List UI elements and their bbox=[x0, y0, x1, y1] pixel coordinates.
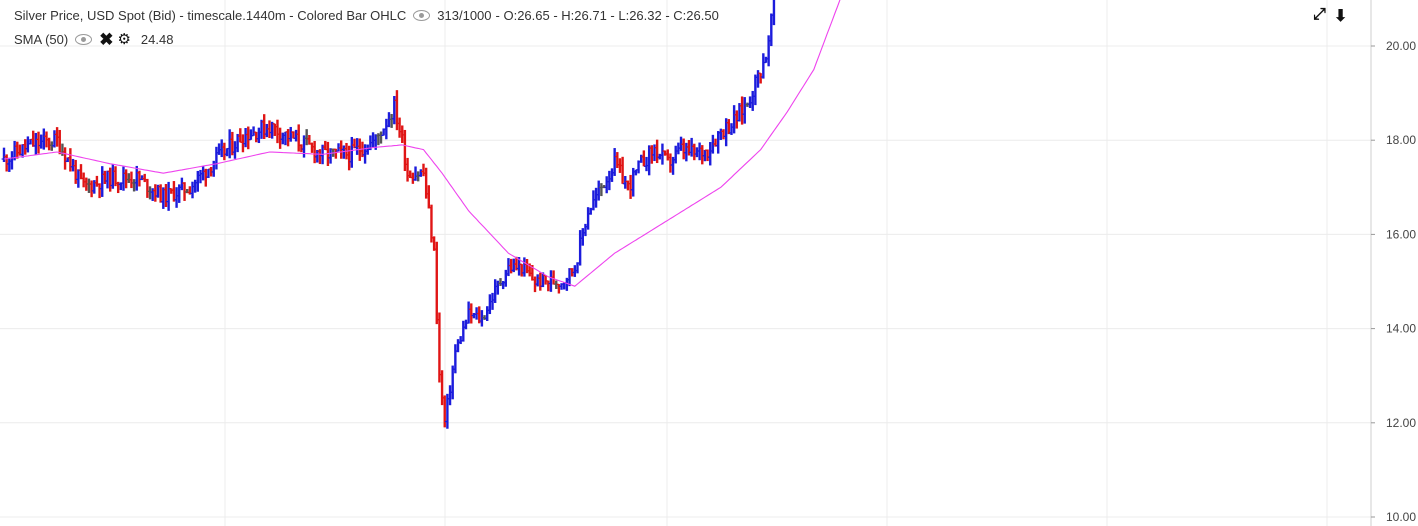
eye-icon[interactable] bbox=[413, 10, 431, 21]
expand-arrows-icon[interactable]: ⤢ bbox=[1313, 6, 1326, 26]
sma-line bbox=[3, 0, 841, 287]
gear-icon[interactable]: ⚙ bbox=[117, 32, 130, 47]
chart-title: Silver Price, USD Spot (Bid) - timescale… bbox=[14, 8, 407, 23]
eye-icon[interactable] bbox=[75, 34, 93, 45]
indicator-name: SMA (50) bbox=[14, 32, 69, 47]
close-icon[interactable]: ✖ bbox=[99, 31, 113, 48]
indicator-value: 24.48 bbox=[140, 32, 174, 47]
y-axis-background bbox=[1371, 0, 1418, 526]
chart-legend-indicator: SMA (50) ✖ ⚙ 24.48 bbox=[14, 31, 174, 48]
download-arrow-icon[interactable]: ⬇ bbox=[1334, 6, 1347, 26]
ohlc-bar bbox=[434, 241, 440, 325]
y-tick-label: 10.00 bbox=[1386, 510, 1416, 524]
y-tick-label: 14.00 bbox=[1386, 322, 1416, 336]
y-tick-label: 18.00 bbox=[1386, 133, 1416, 147]
ohlc-readout: - O:26.65 - H:26.71 - L:26.32 - C:26.50 bbox=[495, 8, 719, 23]
y-axis: 10.0012.0014.0016.0018.0020.0022.0024.00… bbox=[1370, 0, 1418, 526]
ohlc-bars bbox=[1, 0, 776, 429]
grid bbox=[0, 0, 1371, 526]
chart-legend-main: Silver Price, USD Spot (Bid) - timescale… bbox=[14, 8, 719, 23]
y-tick-label: 16.00 bbox=[1386, 227, 1416, 241]
price-chart[interactable]: 10.0012.0014.0016.0018.0020.0022.0024.00… bbox=[0, 0, 1418, 526]
chart-tools: ⤢ ⬇ bbox=[1313, 6, 1347, 26]
bars-info: 313/1000 bbox=[437, 8, 492, 23]
sma-path bbox=[3, 0, 841, 287]
y-tick-label: 20.00 bbox=[1386, 39, 1416, 53]
y-tick-label: 12.00 bbox=[1386, 416, 1416, 430]
